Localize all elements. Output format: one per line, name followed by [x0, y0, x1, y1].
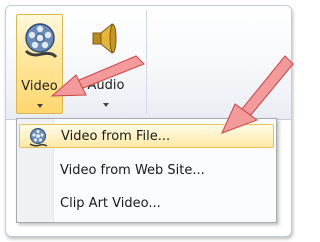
insert-video-button[interactable]: Video — [16, 14, 63, 114]
menu-item-video-from-web-site[interactable]: Video from Web Site... — [19, 159, 274, 183]
screenshot-frame: Video Audio Video from File... Video fro… — [5, 5, 292, 237]
menu-item-label: Clip Art Video... — [60, 196, 161, 211]
ribbon: Video Audio — [6, 6, 291, 120]
group-separator — [146, 10, 147, 114]
insert-audio-button[interactable]: Audio — [76, 14, 136, 114]
audio-button-label: Audio — [87, 78, 125, 93]
film-reel-icon — [22, 21, 58, 63]
menu-item-video-from-file[interactable]: Video from File... — [19, 124, 274, 148]
chevron-down-icon[interactable] — [103, 103, 109, 107]
film-reel-icon — [28, 127, 48, 151]
speaker-icon — [88, 20, 124, 62]
video-button-label: Video — [21, 79, 58, 94]
menu-item-clip-art-video[interactable]: Clip Art Video... — [19, 192, 274, 216]
menu-item-label: Video from File... — [61, 129, 171, 144]
menu-item-label: Video from Web Site... — [60, 163, 205, 178]
video-dropdown-menu: Video from File... Video from Web Site..… — [16, 118, 277, 223]
chevron-down-icon[interactable] — [36, 104, 43, 108]
